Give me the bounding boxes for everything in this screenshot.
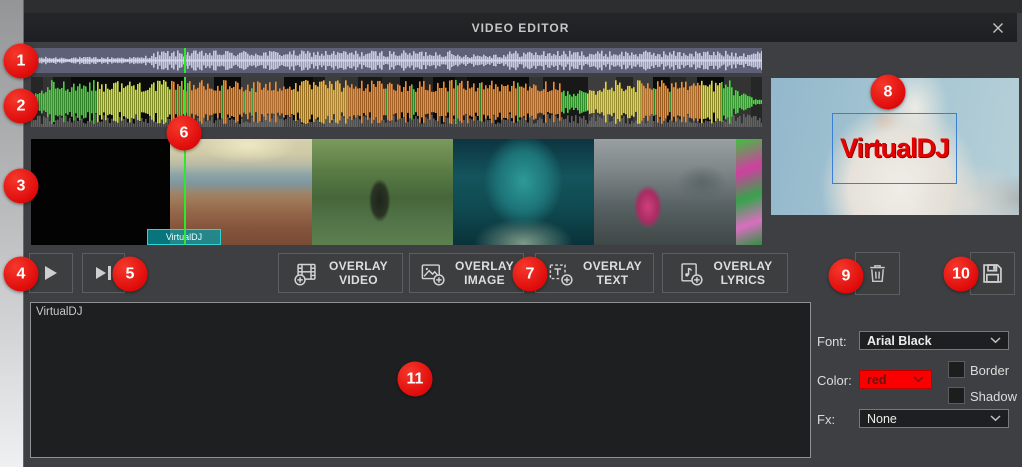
close-icon[interactable] [989,19,1007,37]
textbox-plus-icon [547,260,574,287]
font-label: Font: [817,334,847,349]
overlay-text-label-2: TEXT [597,273,629,287]
callout-10: 10 [944,257,979,292]
timeline-thumbnail-group[interactable] [594,139,736,245]
timeline-thumbnail-pattern[interactable] [736,139,762,245]
callout-5: 5 [113,257,148,292]
play-icon [45,266,57,280]
skip-icon [96,267,106,279]
window-top-strip [24,0,1022,13]
overlay-image-button[interactable]: OVERLAY IMAGE [409,253,524,293]
chevron-down-icon [913,376,924,383]
callout-6: 6 [167,116,202,151]
overlay-lyrics-label-1: OVERLAY [713,259,772,273]
video-editor-dialog: VIDEO EDITOR VirtualDJ [0,0,1022,467]
fx-select-value: None [867,412,990,426]
callout-2: 2 [4,89,39,124]
lyrics-plus-icon [677,260,704,287]
color-select[interactable]: red [859,370,932,389]
shadow-checkbox-label: Shadow [970,389,1017,404]
chevron-down-icon [990,415,1001,422]
text-selection-box[interactable]: VirtualDJ [832,113,957,184]
font-select[interactable]: Arial Black [859,331,1009,350]
callout-7: 7 [513,257,548,292]
fx-select[interactable]: None [859,409,1009,428]
callout-3: 3 [4,169,39,204]
overlay-text-button[interactable]: OVERLAY TEXT [535,253,654,293]
preview-overlay-text[interactable]: VirtualDJ [825,114,964,183]
film-plus-icon [293,260,320,287]
overlay-video-label-2: VIDEO [339,273,378,287]
title-bar: VIDEO EDITOR [24,13,1017,42]
chevron-down-icon [990,337,1001,344]
callout-4: 4 [4,257,39,292]
callout-8: 8 [871,75,906,110]
image-plus-icon [419,260,446,287]
window-title: VIDEO EDITOR [472,21,570,35]
overlay-image-label-2: IMAGE [464,273,505,287]
overlay-lyrics-button[interactable]: OVERLAY LYRICS [662,253,788,293]
overlay-video-label-1: OVERLAY [329,259,388,273]
callout-9: 9 [829,259,864,294]
callout-11: 11 [398,362,433,397]
color-select-value: red [867,373,913,387]
border-checkbox-label: Border [970,363,1009,378]
shadow-checkbox[interactable] [948,387,965,404]
overlay-text-label-1: OVERLAY [583,259,642,273]
callout-1: 1 [4,44,39,79]
save-icon [979,260,1006,287]
color-label: Color: [817,373,852,388]
overlay-video-button[interactable]: OVERLAY VIDEO [278,253,403,293]
overlay-image-label-1: OVERLAY [455,259,514,273]
border-checkbox[interactable] [948,361,965,378]
timeline-thumbnail-hall[interactable] [453,139,594,245]
audio-frequency-waveform[interactable] [31,77,762,127]
video-timeline[interactable]: VirtualDJ [31,139,762,245]
audio-overview-waveform[interactable] [31,48,762,73]
overlay-lyrics-label-2: LYRICS [721,273,766,287]
playhead-overview[interactable] [184,48,186,73]
font-select-value: Arial Black [867,334,990,348]
fx-label: Fx: [817,412,835,427]
playhead-timeline[interactable] [184,139,186,245]
trash-icon [865,261,890,286]
timeline-thumbnail-dancer[interactable] [312,139,453,245]
